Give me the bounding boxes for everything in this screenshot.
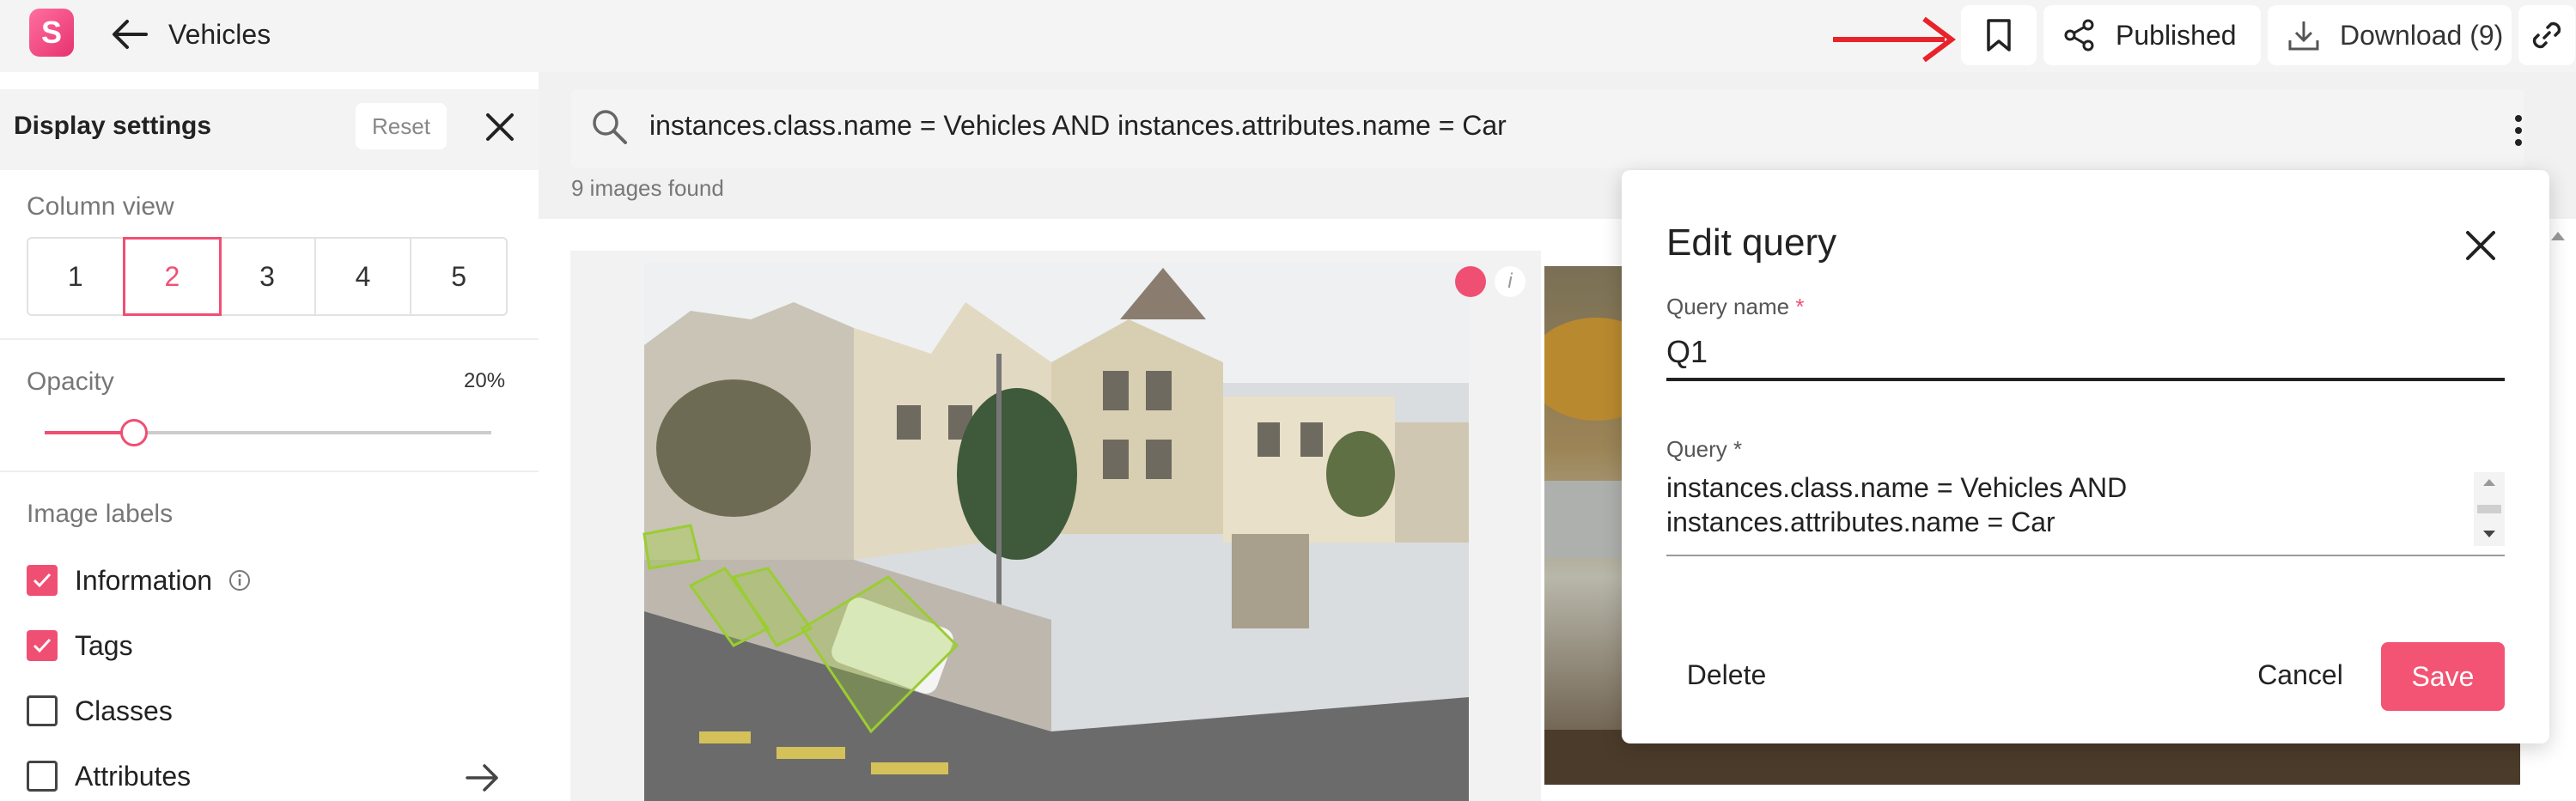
query-label: Query * (1666, 436, 1742, 463)
opacity-value: 20% (464, 369, 506, 392)
query-name-label-text: Query name (1666, 294, 1790, 319)
page-title: Vehicles (168, 19, 271, 50)
attributes-checkbox[interactable] (27, 761, 58, 792)
arrow-right-icon[interactable] (464, 761, 502, 795)
column-option-2[interactable]: 2 (122, 237, 222, 316)
check-icon (33, 638, 52, 653)
close-dialog-icon[interactable] (2463, 228, 2498, 263)
street-scene-image (570, 251, 1541, 801)
information-checkbox[interactable] (27, 565, 58, 596)
download-icon (2288, 21, 2319, 51)
reset-button[interactable]: Reset (356, 103, 447, 149)
cancel-button[interactable]: Cancel (2232, 642, 2369, 707)
column-option-5[interactable]: 5 (411, 239, 506, 314)
column-option-1[interactable]: 1 (28, 239, 125, 314)
scroll-up-icon[interactable] (2548, 225, 2568, 246)
close-panel-icon[interactable] (481, 108, 519, 146)
divider (0, 470, 539, 472)
save-button[interactable]: Save (2381, 642, 2505, 711)
download-label: Download (9) (2340, 19, 2504, 51)
top-bar: S Vehicles Published Download (9) (0, 0, 2576, 72)
attributes-label: Attributes (75, 760, 192, 792)
column-option-4[interactable]: 4 (316, 239, 412, 314)
share-icon (2064, 19, 2094, 52)
published-button[interactable]: Published (2043, 5, 2261, 65)
classes-label: Classes (75, 695, 173, 726)
published-label: Published (2116, 19, 2237, 51)
copy-link-button[interactable] (2518, 5, 2575, 65)
edit-query-dialog: Edit query Query name * Query * instance… (1622, 170, 2549, 743)
query-label-text: Query (1666, 436, 1727, 462)
image-labels-label: Image labels (27, 500, 174, 528)
required-mark: * (1733, 436, 1743, 462)
classes-checkbox-row[interactable]: Classes (27, 694, 173, 728)
query-name-input[interactable] (1666, 326, 2505, 381)
dialog-title: Edit query (1666, 221, 1837, 264)
query-name-label: Query name * (1666, 294, 1804, 320)
download-button[interactable]: Download (9) (2268, 5, 2512, 65)
tags-checkbox-row[interactable]: Tags (27, 628, 133, 663)
information-checkbox-row[interactable]: Information (27, 563, 252, 598)
column-view-selector: 1 2 3 4 5 (27, 237, 508, 316)
search-query-text[interactable]: instances.class.name = Vehicles AND inst… (649, 110, 1507, 142)
attributes-checkbox-row[interactable]: Attributes (27, 759, 191, 793)
link-icon (2532, 21, 2561, 49)
search-icon (593, 110, 627, 144)
results-count: 9 images found (571, 175, 724, 201)
opacity-label: Opacity (27, 367, 114, 396)
divider (0, 338, 539, 340)
gallery-image-1[interactable] (570, 251, 1541, 801)
info-badge[interactable]: i (1495, 266, 1526, 297)
sync-badge[interactable] (1455, 266, 1486, 297)
required-mark: * (1795, 294, 1805, 319)
textarea-scrollbar[interactable] (2474, 472, 2505, 546)
column-option-3[interactable]: 3 (220, 239, 316, 314)
query-textarea[interactable]: instances.class.name = Vehicles AND inst… (1666, 470, 2474, 548)
bookmark-button[interactable] (1961, 5, 2037, 65)
back-arrow-icon[interactable] (108, 17, 149, 52)
information-label: Information (75, 564, 213, 596)
red-pointer-arrow-icon (1833, 16, 1956, 63)
app-logo[interactable]: S (29, 9, 74, 57)
query-underline (1666, 555, 2505, 556)
tags-checkbox[interactable] (27, 630, 58, 661)
logo-letter: S (40, 15, 62, 50)
info-icon[interactable] (228, 568, 252, 592)
check-icon (33, 573, 52, 588)
column-view-label: Column view (27, 192, 174, 221)
opacity-slider-thumb[interactable] (120, 419, 148, 446)
classes-checkbox[interactable] (27, 695, 58, 726)
bookmark-icon (1987, 19, 2011, 52)
panel-title: Display settings (14, 112, 212, 140)
panel-header: Display settings Reset (0, 89, 539, 170)
more-options-icon[interactable] (2512, 112, 2525, 149)
tags-label: Tags (75, 629, 133, 661)
delete-button[interactable]: Delete (1666, 642, 1787, 707)
